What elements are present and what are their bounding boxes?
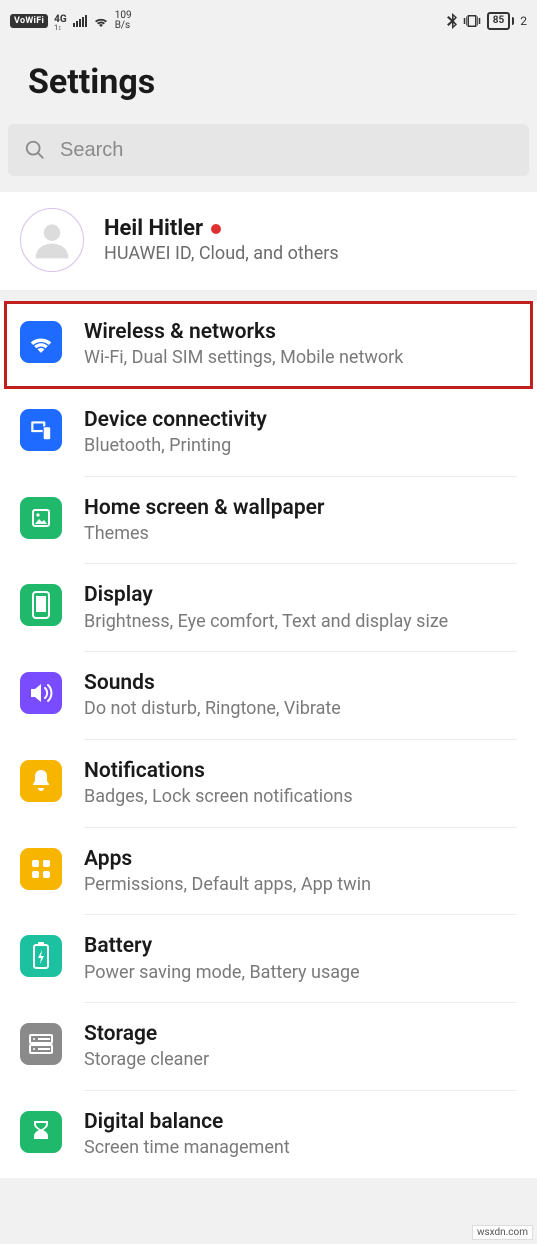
status-left: VoWiFi 4G 1↕ 109 B/s	[10, 11, 132, 32]
network-type-indicator: 4G 1↕	[54, 11, 67, 32]
item-sounds[interactable]: Sounds Do not disturb, Ringtone, Vibrate	[0, 652, 537, 740]
devices-tile-icon	[20, 409, 62, 451]
settings-list: Wireless & networks Wi-Fi, Dual SIM sett…	[0, 301, 537, 1178]
profile-row[interactable]: Heil Hitler HUAWEI ID, Cloud, and others	[0, 192, 537, 291]
item-sub: Power saving mode, Battery usage	[84, 962, 517, 985]
status-tail: 2	[520, 14, 527, 28]
profile-text: Heil Hitler HUAWEI ID, Cloud, and others	[104, 216, 339, 264]
search-section	[0, 124, 537, 192]
item-title: Digital balance	[84, 1109, 517, 1135]
item-title: Battery	[84, 933, 517, 959]
battery-tile-icon	[20, 935, 62, 977]
item-sub: Themes	[84, 523, 517, 546]
item-sub: Wi-Fi, Dual SIM settings, Mobile network	[84, 347, 517, 370]
item-title: Sounds	[84, 670, 517, 696]
item-title: Display	[84, 582, 517, 608]
page-title: Settings	[0, 42, 537, 124]
item-sub: Badges, Lock screen notifications	[84, 786, 517, 809]
bluetooth-icon	[447, 13, 457, 29]
item-title: Storage	[84, 1021, 517, 1047]
item-sub: Do not disturb, Ringtone, Vibrate	[84, 698, 517, 721]
search-icon	[24, 139, 46, 161]
storage-tile-icon	[20, 1023, 62, 1065]
item-sub: Screen time management	[84, 1137, 517, 1160]
bell-tile-icon	[20, 760, 62, 802]
item-wireless-networks[interactable]: Wireless & networks Wi-Fi, Dual SIM sett…	[0, 301, 537, 389]
network-sub: 1↕	[54, 24, 67, 32]
item-device-connectivity[interactable]: Device connectivity Bluetooth, Printing	[0, 389, 537, 477]
signal-bars-icon	[73, 15, 87, 27]
section-gap	[0, 291, 537, 301]
item-title: Apps	[84, 846, 517, 872]
person-icon	[30, 218, 74, 262]
item-title: Home screen & wallpaper	[84, 495, 517, 521]
item-notifications[interactable]: Notifications Badges, Lock screen notifi…	[0, 740, 537, 828]
item-storage[interactable]: Storage Storage cleaner	[0, 1003, 537, 1091]
profile-name: Heil Hitler	[104, 216, 203, 241]
status-bar: VoWiFi 4G 1↕ 109 B/s 85 2	[0, 0, 537, 42]
item-apps[interactable]: Apps Permissions, Default apps, App twin	[0, 828, 537, 916]
item-digital-balance[interactable]: Digital balance Screen time management	[0, 1091, 537, 1178]
item-sub: Bluetooth, Printing	[84, 435, 517, 458]
vibrate-icon	[463, 13, 481, 29]
item-battery[interactable]: Battery Power saving mode, Battery usage	[0, 915, 537, 1003]
item-home-screen-wallpaper[interactable]: Home screen & wallpaper Themes	[0, 477, 537, 565]
profile-sub: HUAWEI ID, Cloud, and others	[104, 243, 339, 264]
battery-cap-icon	[512, 17, 514, 25]
network-type: 4G	[54, 14, 67, 25]
search-bar[interactable]	[8, 124, 529, 176]
wifi-tile-icon	[20, 321, 62, 363]
battery-indicator: 85	[487, 12, 514, 30]
status-right: 85 2	[447, 12, 527, 30]
battery-level: 85	[487, 12, 510, 30]
item-title: Device connectivity	[84, 407, 517, 433]
item-sub: Permissions, Default apps, App twin	[84, 874, 517, 897]
hourglass-tile-icon	[20, 1111, 62, 1153]
avatar	[20, 208, 84, 272]
item-display[interactable]: Display Brightness, Eye comfort, Text an…	[0, 564, 537, 652]
network-speed: 109 B/s	[115, 11, 132, 32]
vowifi-badge: VoWiFi	[10, 14, 48, 28]
notification-dot-icon	[211, 224, 221, 234]
wifi-icon	[93, 15, 109, 27]
item-sub: Brightness, Eye comfort, Text and displa…	[84, 611, 517, 634]
wallpaper-tile-icon	[20, 497, 62, 539]
item-title: Wireless & networks	[84, 319, 517, 345]
display-tile-icon	[20, 584, 62, 626]
item-title: Notifications	[84, 758, 517, 784]
watermark: wsxdn.com	[472, 1225, 533, 1240]
item-sub: Storage cleaner	[84, 1049, 517, 1072]
search-input[interactable]	[60, 139, 513, 162]
apps-tile-icon	[20, 848, 62, 890]
speed-unit: B/s	[115, 21, 132, 32]
sound-tile-icon	[20, 672, 62, 714]
